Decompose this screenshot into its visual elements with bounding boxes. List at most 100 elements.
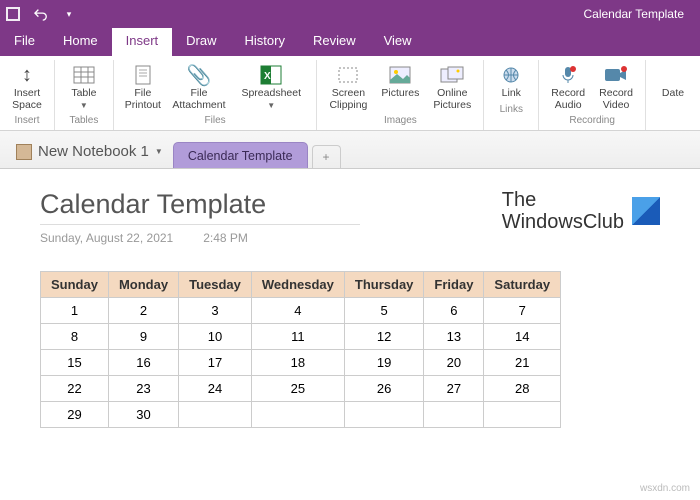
- record-video-button[interactable]: RecordVideo: [593, 62, 639, 113]
- table-row: 1234567: [41, 298, 561, 324]
- cal-cell[interactable]: 8: [41, 324, 109, 350]
- group-insert: Insert: [14, 115, 39, 128]
- file-attachment-button[interactable]: 📎FileAttachment: [168, 62, 230, 113]
- menu-bar: File Home Insert Draw History Review Vie…: [0, 28, 700, 56]
- section-tab[interactable]: Calendar Template: [173, 142, 308, 168]
- cal-cell[interactable]: 5: [344, 298, 424, 324]
- group-files: Files: [205, 115, 226, 128]
- record-audio-button[interactable]: RecordAudio: [545, 62, 591, 113]
- cal-cell[interactable]: 6: [424, 298, 484, 324]
- spreadsheet-button[interactable]: XSpreadsheet ▼: [232, 62, 310, 113]
- app-icon: [6, 7, 20, 21]
- cal-cell[interactable]: 21: [484, 350, 561, 376]
- svg-text:X: X: [264, 71, 271, 82]
- group-tables: Tables: [69, 115, 98, 128]
- cal-cell[interactable]: 24: [179, 376, 252, 402]
- cal-cell[interactable]: 18: [251, 350, 344, 376]
- menu-review[interactable]: Review: [299, 28, 370, 56]
- chevron-down-icon: ▼: [155, 147, 163, 156]
- menu-insert[interactable]: Insert: [112, 28, 173, 56]
- group-images: Images: [384, 115, 417, 128]
- cal-cell[interactable]: 10: [179, 324, 252, 350]
- qat-customize-icon[interactable]: ▾: [62, 7, 76, 21]
- menu-draw[interactable]: Draw: [172, 28, 230, 56]
- cal-cell[interactable]: 7: [484, 298, 561, 324]
- cal-cell[interactable]: 28: [484, 376, 561, 402]
- calendar-table[interactable]: SundayMondayTuesdayWednesdayThursdayFrid…: [40, 271, 561, 428]
- cal-cell[interactable]: 30: [108, 402, 178, 428]
- page-title[interactable]: Calendar Template: [40, 189, 360, 225]
- cal-cell[interactable]: [484, 402, 561, 428]
- pictures-button[interactable]: Pictures: [375, 62, 425, 113]
- page-date: Sunday, August 22, 2021: [40, 231, 173, 245]
- ribbon: ↕InsertSpace Insert Table ▼ Tables FileP…: [0, 56, 700, 131]
- group-links: Links: [500, 104, 523, 117]
- cal-header: Friday: [424, 272, 484, 298]
- cal-cell[interactable]: [344, 402, 424, 428]
- table-icon: [69, 64, 99, 86]
- cal-cell[interactable]: 23: [108, 376, 178, 402]
- clipping-icon: [333, 64, 363, 86]
- table-row: 2930: [41, 402, 561, 428]
- cal-cell[interactable]: 13: [424, 324, 484, 350]
- table-row: 15161718192021: [41, 350, 561, 376]
- menu-view[interactable]: View: [370, 28, 426, 56]
- link-icon: [496, 64, 526, 86]
- cal-cell[interactable]: 22: [41, 376, 109, 402]
- pictures-icon: [385, 64, 415, 86]
- cal-header: Saturday: [484, 272, 561, 298]
- date-icon: [658, 64, 688, 86]
- cal-cell[interactable]: [179, 402, 252, 428]
- cal-cell[interactable]: 11: [251, 324, 344, 350]
- table-button[interactable]: Table ▼: [61, 62, 107, 113]
- cal-cell[interactable]: 14: [484, 324, 561, 350]
- cal-header: Thursday: [344, 272, 424, 298]
- page-time: 2:48 PM: [203, 231, 248, 245]
- section-bar: New Notebook 1 ▼ Calendar Template +: [0, 131, 700, 169]
- cal-cell[interactable]: 4: [251, 298, 344, 324]
- cal-cell[interactable]: [424, 402, 484, 428]
- spreadsheet-icon: X: [256, 64, 286, 86]
- insert-space-icon: ↕: [12, 64, 42, 86]
- cal-cell[interactable]: 1: [41, 298, 109, 324]
- menu-file[interactable]: File: [0, 28, 49, 56]
- link-button[interactable]: Link: [490, 62, 532, 102]
- chevron-down-icon: ▼: [80, 101, 88, 110]
- cal-cell[interactable]: 15: [41, 350, 109, 376]
- group-recording: Recording: [569, 115, 615, 128]
- notebook-icon: [16, 144, 32, 160]
- online-pictures-button[interactable]: OnlinePictures: [427, 62, 477, 113]
- notebook-dropdown[interactable]: New Notebook 1 ▼: [6, 139, 173, 164]
- cal-cell[interactable]: 12: [344, 324, 424, 350]
- cal-cell[interactable]: 27: [424, 376, 484, 402]
- cal-cell[interactable]: 17: [179, 350, 252, 376]
- cal-cell[interactable]: 3: [179, 298, 252, 324]
- menu-history[interactable]: History: [231, 28, 299, 56]
- cal-header: Sunday: [41, 272, 109, 298]
- date-button[interactable]: Date: [652, 62, 694, 102]
- menu-home[interactable]: Home: [49, 28, 112, 56]
- undo-icon[interactable]: [34, 7, 48, 21]
- cal-cell[interactable]: 19: [344, 350, 424, 376]
- video-icon: [601, 64, 631, 86]
- printout-icon: [128, 64, 158, 86]
- cal-cell[interactable]: 16: [108, 350, 178, 376]
- cal-cell[interactable]: 26: [344, 376, 424, 402]
- audio-icon: [553, 64, 583, 86]
- screen-clipping-button[interactable]: ScreenClipping: [323, 62, 373, 113]
- cal-cell[interactable]: 20: [424, 350, 484, 376]
- cal-cell[interactable]: [251, 402, 344, 428]
- cal-cell[interactable]: 25: [251, 376, 344, 402]
- brand-icon: [632, 197, 660, 225]
- cal-cell[interactable]: 9: [108, 324, 178, 350]
- window-title: Calendar Template: [583, 7, 684, 21]
- cal-header: Monday: [108, 272, 178, 298]
- cal-cell[interactable]: 29: [41, 402, 109, 428]
- add-section-button[interactable]: +: [312, 145, 341, 168]
- page-canvas[interactable]: Calendar Template Sunday, August 22, 202…: [0, 169, 700, 448]
- insert-space-button[interactable]: ↕InsertSpace: [6, 62, 48, 113]
- cal-header: Wednesday: [251, 272, 344, 298]
- file-printout-button[interactable]: FilePrintout: [120, 62, 166, 113]
- watermark: wsxdn.com: [640, 483, 690, 494]
- cal-cell[interactable]: 2: [108, 298, 178, 324]
